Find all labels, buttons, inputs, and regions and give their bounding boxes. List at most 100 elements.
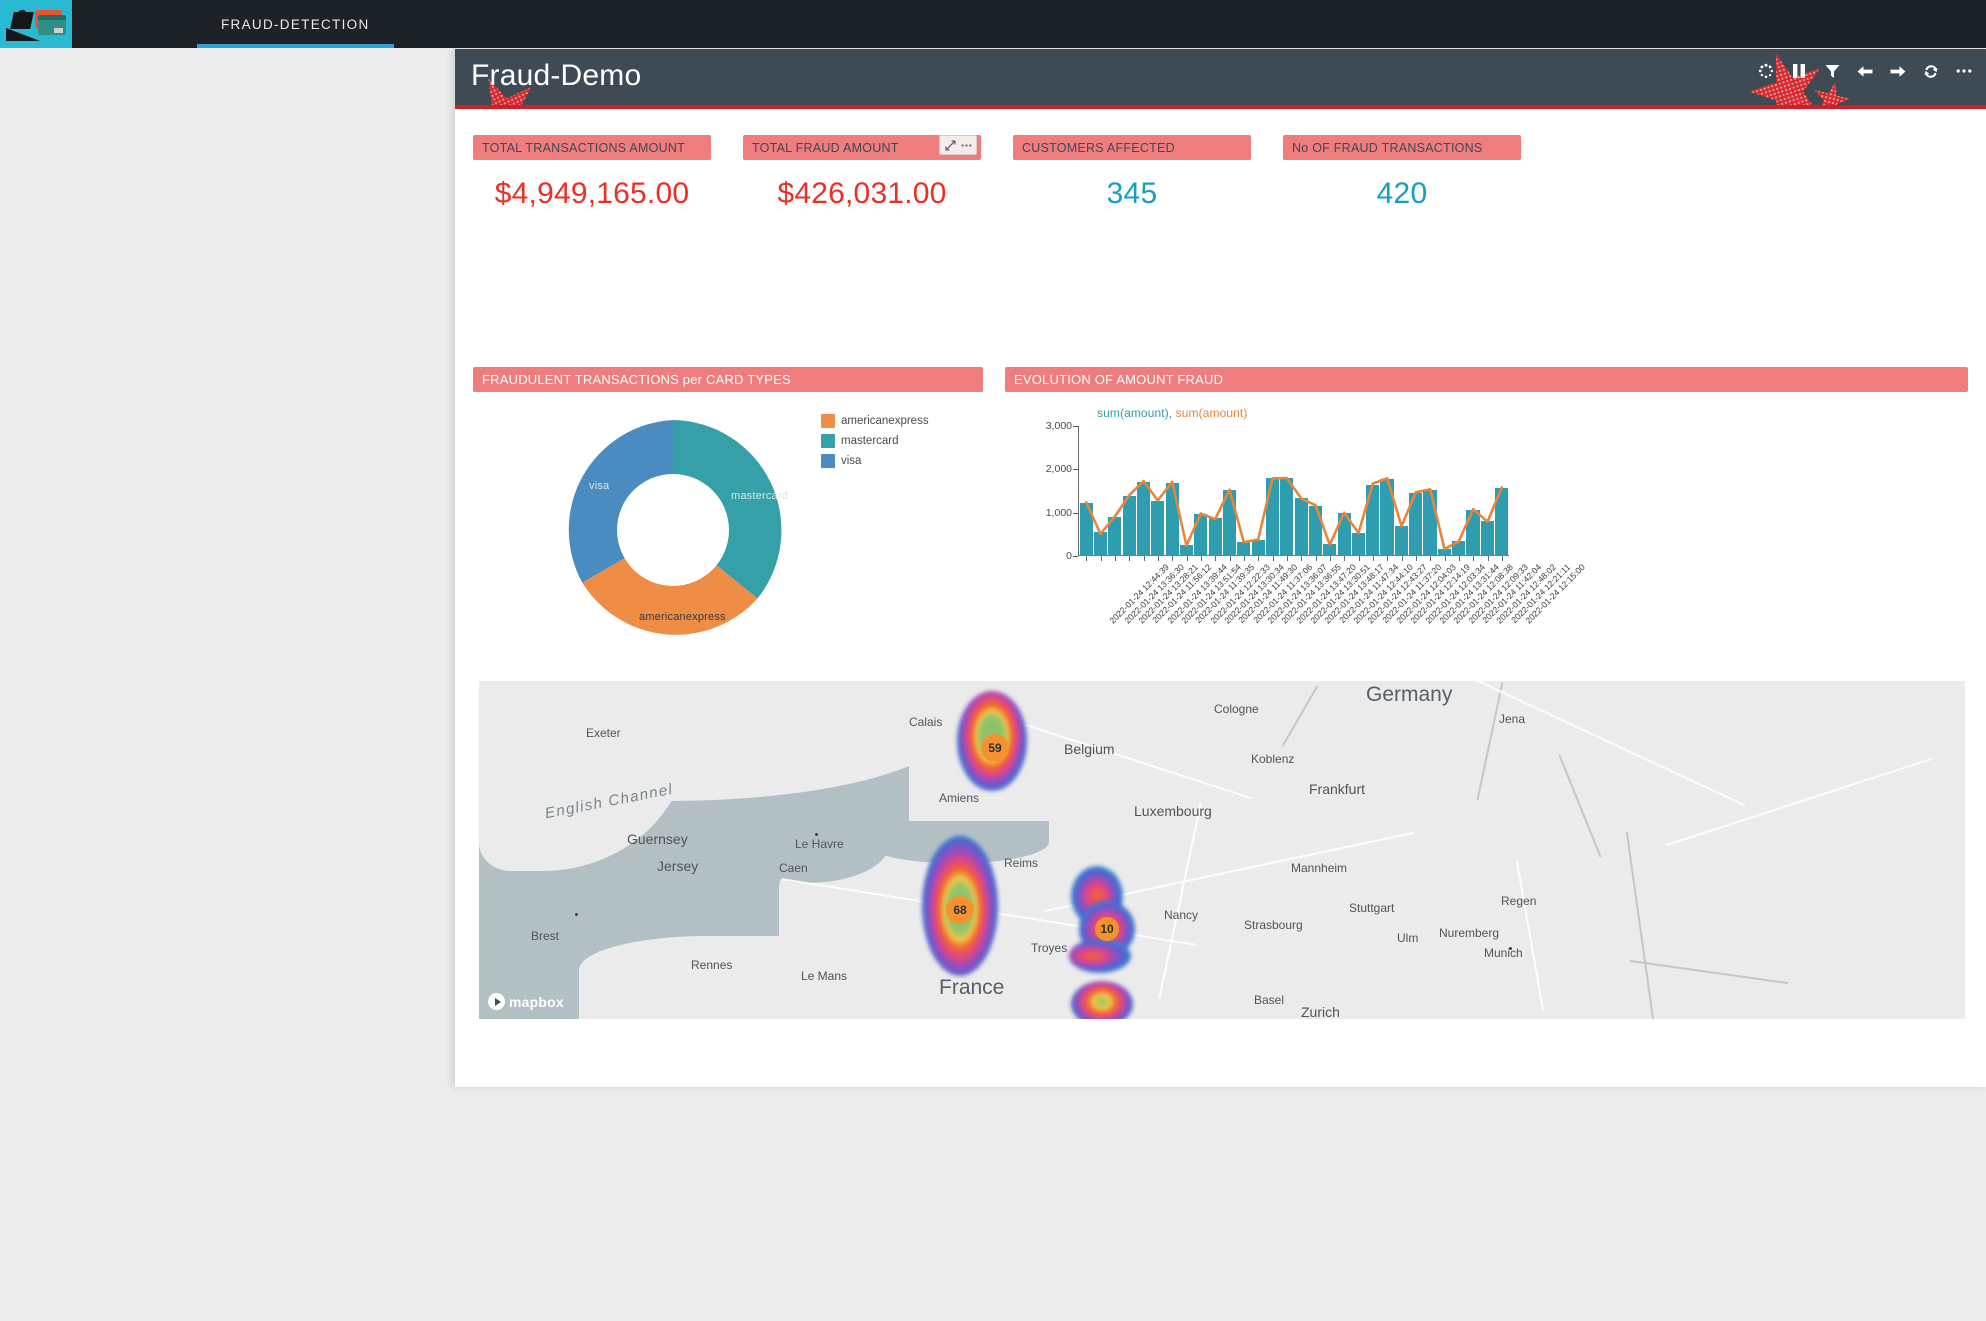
map-label-jersey: Jersey [657,858,699,874]
panel-fraudulent-transactions-per-card-types: FRAUDULENT TRANSACTIONS per CARD TYPES v… [473,367,983,642]
donut-slice-label-mastercard: mastercard [731,490,789,502]
kpi-card-no-of-fraud-transactions[interactable]: No OF FRAUD TRANSACTIONS 420 [1283,135,1521,245]
tab-fraud-detection[interactable]: FRAUD-DETECTION [197,0,394,48]
donut-slice-label-visa: visa [589,480,610,492]
x-axis-tick-mark [1372,556,1374,561]
cluster-badge-10[interactable]: 10 [1095,917,1119,941]
x-axis-tick-mark [1444,556,1446,561]
map-label-guernsey: Guernsey [627,831,688,847]
heatmap-cluster-east-lower[interactable] [1069,939,1131,973]
menu-icon[interactable] [959,138,973,152]
map-label-calais: Calais [909,715,943,729]
map-label-frankfurt: Frankfurt [1309,781,1366,797]
filter-icon[interactable] [1824,63,1840,79]
legend-item-americanexpress[interactable]: americanexpress [821,414,929,428]
legend-label-sum-amount-line: sum(amount) [1175,406,1248,420]
x-axis-tick-mark [1186,556,1188,561]
panel-header: EVOLUTION OF AMOUNT FRAUD [1005,367,1968,392]
panel-title: FRAUDULENT TRANSACTIONS per CARD TYPES [482,372,791,387]
line-series [1084,476,1504,551]
map-label-brest: Brest [531,929,560,943]
x-axis-tick-mark [1329,556,1331,561]
x-axis-tick-mark [1473,556,1475,561]
back-arrow-icon[interactable] [1857,63,1873,79]
kpi-value: 345 [1106,177,1158,210]
y-axis-tick-mark [1073,426,1078,427]
map-label-rennes: Rennes [691,958,733,972]
legend-item-mastercard[interactable]: mastercard [821,434,929,448]
kpi-title: CUSTOMERS AFFECTED [1022,140,1175,155]
cluster-badge-68[interactable]: 68 [946,896,974,924]
top-navigation-bar: FRAUD-DETECTION [0,0,1986,48]
donut-chart-area: visa mastercard americanexpress american… [473,392,983,640]
cluster-badge-59[interactable]: 59 [981,734,1009,762]
map-label-france: France [939,976,1005,999]
kpi-card-total-transactions-amount[interactable]: TOTAL TRANSACTIONS AMOUNT $4,949,165.00 [473,135,711,245]
x-axis-tick-mark [1114,556,1116,561]
y-axis-tick-mark [1073,556,1078,557]
x-axis-tick-mark [1243,556,1245,561]
y-axis-tick-label: 1,000 [1045,506,1072,519]
kpi-value: $426,031.00 [777,177,947,210]
legend-swatch-americanexpress [821,414,835,428]
x-axis-tick-mark [1286,556,1288,561]
kpi-header: CUSTOMERS AFFECTED [1013,135,1251,160]
x-axis-tick-mark [1086,556,1088,561]
donut-slice-label-americanexpress: americanexpress [639,611,726,623]
map-label-luxembourg: Luxembourg [1134,803,1212,819]
kpi-card-total-fraud-amount[interactable]: TOTAL FRAUD AMOUNT $426,031.00 [743,135,981,245]
map-label-reims: Reims [1004,856,1039,870]
x-axis-tick-mark [1458,556,1460,561]
map-label-nuremberg: Nuremberg [1439,926,1500,940]
kpi-title: TOTAL FRAUD AMOUNT [752,140,899,155]
x-axis-tick-mark [1401,556,1403,561]
fraud-detection-logo[interactable] [0,0,72,48]
x-axis-tick-mark [1143,556,1145,561]
x-axis-tick-mark [1272,556,1274,561]
bar-chart-plot[interactable]: 0 1,000 2,000 3,000 2022-01-24 12:44:39 2022… [1046,420,1587,626]
map-label-le-havre: Le Havre [795,837,844,851]
map-label-koblenz: Koblenz [1251,752,1295,766]
kpi-header: TOTAL TRANSACTIONS AMOUNT [473,135,711,160]
map-label-munich: Munich [1484,946,1523,960]
x-axis-tick-mark [1172,556,1174,561]
legend-label-visa: visa [841,455,862,467]
y-axis-tick-mark [1073,469,1078,471]
heatmap-cluster-central[interactable]: 68 [922,836,998,976]
x-axis-tick-mark [1229,556,1231,561]
dashboard-toolbar [1758,63,1972,79]
more-options-icon[interactable] [1956,63,1972,79]
forward-arrow-icon[interactable] [1890,63,1906,79]
heatmap-cluster-north[interactable]: 59 [957,691,1027,791]
refresh-icon[interactable] [1923,63,1939,79]
heatmap-cluster-south[interactable] [1071,981,1133,1019]
map-label-strasbourg: Strasbourg [1244,918,1303,932]
x-axis-tick-mark [1301,556,1303,561]
y-axis-tick-label: 2,000 [1045,463,1072,476]
map-label-mannheim: Mannheim [1291,861,1348,875]
map-label-nancy: Nancy [1164,908,1199,922]
x-axis-tick-mark [1344,556,1346,561]
x-axis-tick-mark [1387,556,1389,561]
x-axis-tick-mark [1100,556,1102,561]
map-label-troyes: Troyes [1031,941,1068,955]
loading-spinner-icon[interactable] [1758,63,1774,79]
expand-icon[interactable] [943,138,957,152]
pause-icon[interactable] [1791,63,1807,79]
panel-header: FRAUDULENT TRANSACTIONS per CARD TYPES [473,367,983,392]
y-axis-tick-label: 0 [1066,550,1072,562]
map-label-ulm: Ulm [1397,931,1419,945]
legend-swatch-visa [821,454,835,468]
x-axis-tick-mark [1129,556,1131,561]
x-axis-tick-mark [1258,556,1260,561]
page-title: Fraud-Demo [471,59,642,92]
map-label-jena: Jena [1499,712,1526,726]
bar-chart-area: sum(amount), sum(amount) 0 1,000 2,000 3,00… [1005,392,1968,640]
mapbox-attribution[interactable]: mapbox [488,993,564,1010]
mapbox-icon [488,993,505,1010]
legend-label-mastercard: mastercard [841,435,899,447]
kpi-card-customers-affected[interactable]: CUSTOMERS AFFECTED 345 [1013,135,1251,245]
map-land-brittany [579,936,899,1019]
legend-item-visa[interactable]: visa [821,454,929,468]
fraud-heatmap-map[interactable]: Exeter Calais Belgium Germany Cologne Je… [479,681,1965,1019]
